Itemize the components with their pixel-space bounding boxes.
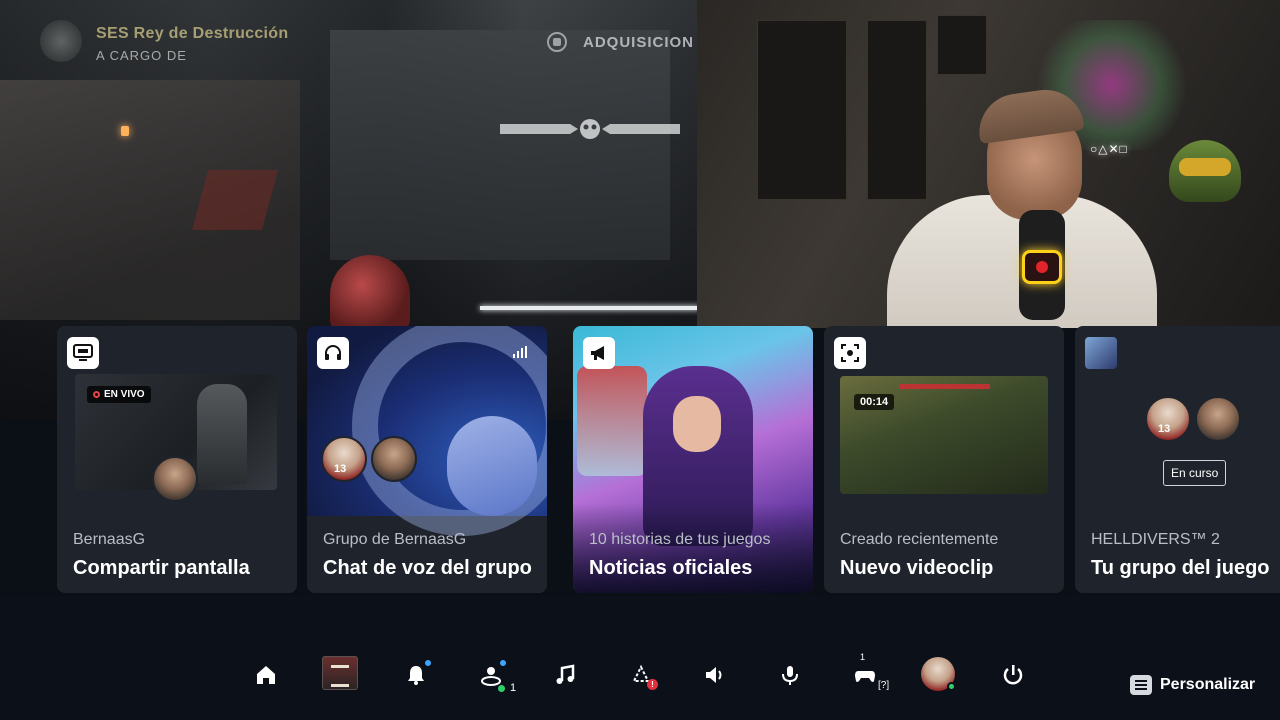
headset-icon — [317, 337, 349, 369]
live-icon — [93, 391, 100, 398]
music-icon[interactable] — [548, 658, 582, 692]
card-subtitle: Creado recientemente — [840, 531, 999, 548]
collectible-helmet — [1169, 140, 1241, 202]
ceiling-lamp — [121, 126, 129, 136]
customize-button[interactable]: Personalizar — [1130, 675, 1255, 695]
light-strip — [480, 306, 700, 310]
live-label: EN VIVO — [104, 389, 145, 400]
super-earth-logo — [40, 20, 82, 62]
online-count: 1 — [510, 682, 517, 694]
live-badge: EN VIVO — [87, 386, 151, 403]
capture-icon — [834, 337, 866, 369]
hero-face-art — [673, 396, 721, 452]
friends-notification-dot — [500, 660, 506, 666]
profile-avatar[interactable] — [921, 657, 956, 691]
member-avatar-2 — [371, 436, 417, 482]
card-title: Compartir pantalla — [73, 557, 250, 579]
member-avatar-1 — [321, 436, 367, 482]
online-dot — [498, 685, 505, 692]
card-voice-chat[interactable]: Grupo de BernaasG Chat de voz del grupo — [307, 326, 547, 593]
friends-icon[interactable]: 1 — [474, 658, 516, 694]
microphone-icon[interactable] — [773, 658, 807, 692]
game-thumbnail-icon — [1085, 337, 1117, 369]
soldier-preview — [197, 384, 247, 484]
playstation-plus-icon[interactable]: ! — [624, 658, 658, 692]
controller-number: 1 — [860, 652, 866, 662]
card-subtitle: BernaasG — [73, 531, 146, 548]
card-subtitle: 10 historias de tus juegos — [589, 531, 771, 548]
card-subtitle: Grupo de BernaasG — [323, 531, 467, 548]
acquisition-icon — [547, 32, 567, 52]
controller-status: [?] — [878, 680, 890, 691]
alert-badge-icon: ! — [647, 679, 658, 690]
in-progress-badge: En curso — [1163, 460, 1227, 486]
microphone-light — [1022, 250, 1062, 284]
mission-subtitle: A CARGO DE — [96, 48, 187, 63]
card-title: Noticias oficiales — [589, 557, 753, 579]
controller-icon[interactable]: 1 [?] — [848, 652, 889, 692]
notifications-icon[interactable] — [399, 658, 433, 692]
sound-icon[interactable] — [698, 658, 732, 692]
card-title: Tu grupo del juego — [1091, 557, 1270, 579]
party-avatar-2 — [1195, 396, 1241, 442]
mech-art — [577, 366, 647, 476]
game-base-icon[interactable] — [322, 656, 358, 690]
customize-label: Personalizar — [1160, 676, 1256, 693]
mission-title: SES Rey de Destrucción — [96, 25, 289, 42]
notification-dot — [425, 660, 431, 666]
screen-share-icon — [67, 337, 99, 369]
control-center-cards: EN VIVO BernaasG Compartir pantalla Grup… — [0, 326, 1280, 596]
sneaker-shelf — [757, 20, 847, 200]
signal-bars-icon — [513, 346, 529, 361]
card-subtitle: HELLDIVERS™ 2 — [1091, 531, 1220, 548]
acquisition-menu-label: ADQUISICION — [583, 34, 695, 51]
wall-frame — [937, 15, 987, 75]
power-icon[interactable] — [996, 658, 1030, 692]
card-game-party[interactable]: En curso HELLDIVERS™ 2 Tu grupo del jueg… — [1075, 326, 1280, 593]
headset-cup-art — [447, 416, 537, 516]
clip-thumbnail: 00:14 — [840, 376, 1048, 494]
clip-hud-bar — [900, 384, 990, 389]
card-new-clip[interactable]: 00:14 Creado recientemente Nuevo videocl… — [824, 326, 1064, 593]
card-title: Chat de voz del grupo — [323, 557, 532, 579]
card-title: Nuevo videoclip — [840, 557, 994, 579]
skull-emblem — [500, 118, 680, 140]
profile-online-dot — [947, 682, 956, 691]
streamer-webcam: ○△✕□ — [697, 0, 1280, 328]
hangar-door — [330, 30, 670, 260]
home-icon[interactable] — [249, 658, 283, 692]
helldiver-helmet — [330, 255, 410, 330]
display-case — [867, 20, 927, 200]
clip-duration: 00:14 — [854, 394, 895, 410]
party-avatar-1 — [1145, 396, 1191, 442]
megaphone-icon — [583, 337, 615, 369]
card-share-screen[interactable]: EN VIVO BernaasG Compartir pantalla — [57, 326, 297, 593]
options-button-icon — [1130, 675, 1152, 695]
card-official-news[interactable]: 10 historias de tus juegos Noticias ofic… — [573, 326, 813, 593]
neon-sign: ○△✕□ — [1090, 142, 1128, 156]
speaker-avatar — [152, 456, 198, 502]
